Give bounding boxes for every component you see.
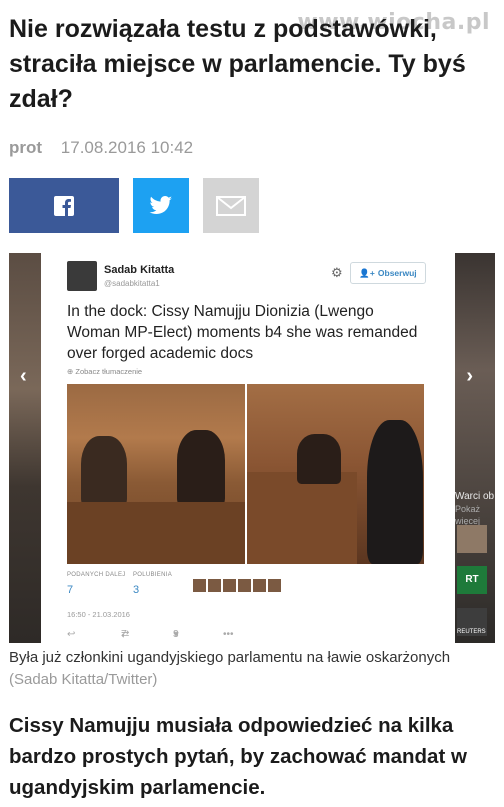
gear-icon[interactable]: ⚙ [331,265,343,281]
article-lead: Cissy Namujju musiała odpowiedzieć na ki… [9,714,467,799]
retweets-count[interactable]: 7 [67,584,73,596]
article-meta: prot 17.08.2016 10:42 [9,138,193,158]
side-headline: Warci ob [455,491,495,502]
side-ticker: Warci ob Pokaż więcej [455,491,495,527]
tweet-photo[interactable] [67,384,424,564]
dock-bench [247,472,357,564]
facebook-icon [54,195,74,216]
follow-button[interactable]: 👤+ Obserwuj [350,262,426,284]
add-user-icon: 👤+ [359,267,375,278]
article-author[interactable]: prot [9,138,42,157]
tweet-avatar[interactable] [67,261,97,291]
likes-count[interactable]: 3 [133,584,139,596]
photo-figure [297,434,341,484]
tweet-text: In the dock: Cissy Namujju Dionizia (Lwe… [67,303,418,362]
likers-avatars[interactable] [193,579,281,592]
photo-figure [367,420,423,564]
side-thumbnail[interactable]: REUTERS [457,608,487,636]
photo-caption: Była już członkini ugandyjskiego parlame… [9,647,495,691]
rt-logo[interactable]: RT [457,566,487,594]
side-thumbnail[interactable] [457,525,487,553]
courtroom-photo-left [67,384,245,564]
chevron-right-icon[interactable]: › [466,365,473,388]
email-icon [216,195,246,216]
article-headline: Nie rozwiązała testu z podstawówki, stra… [9,15,466,113]
tweet-timestamp[interactable]: 16:50 - 21.03.2016 [67,610,130,619]
gallery-next-panel: › Warci ob Pokaż więcej RT REUTERS [455,253,495,643]
reply-icon[interactable]: ↩ [67,629,75,640]
share-twitter-button[interactable] [133,178,189,233]
caption-credit: (Sadab Kitatta/Twitter) [9,671,158,688]
share-email-button[interactable] [203,178,259,233]
translate-link[interactable]: ⊕ Zobacz tłumaczenie [67,367,142,376]
like-action-count: 3 [173,629,179,640]
likes-label: POLUBIENIA [133,572,173,578]
dock-bench [67,502,245,564]
gallery-prev-panel: ‹ [9,253,41,643]
tweet-author-name[interactable]: Sadab Kitatta [104,264,174,276]
retweet-action-count: 7 [121,629,127,640]
reuters-label: REUTERS [457,629,486,635]
caption-text: Była już członkini ugandyjskiego parlame… [9,649,451,666]
follow-label: Obserwuj [377,268,417,278]
photo-gallery[interactable]: ‹ Sadab Kitatta @sadabkitatta1 ⚙ 👤+ Obse… [9,253,495,643]
more-icon[interactable]: ••• [223,629,234,640]
retweets-label: PODANYCH DALEJ [67,572,126,578]
photo-figure [177,430,225,506]
tweet-author-handle[interactable]: @sadabkitatta1 [104,279,160,288]
side-subline: Pokaż więcej [455,504,481,526]
share-facebook-button[interactable] [9,178,119,233]
article-date: 17.08.2016 10:42 [60,138,194,157]
embedded-tweet: Sadab Kitatta @sadabkitatta1 ⚙ 👤+ Obserw… [41,253,455,643]
photo-figure [81,436,127,506]
courtroom-photo-right [247,384,424,564]
translate-label: Zobacz tłumaczenie [75,367,143,376]
twitter-icon [149,195,172,214]
chevron-left-icon[interactable]: ‹ [20,365,27,388]
